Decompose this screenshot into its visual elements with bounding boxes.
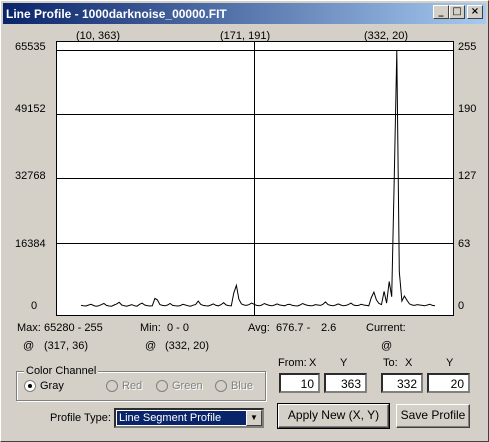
chevron-down-icon[interactable]: ▼: [246, 410, 262, 426]
min-label: Min:: [140, 322, 161, 334]
profile-plot[interactable]: [56, 41, 454, 316]
apply-new-button[interactable]: Apply New (X, Y): [277, 403, 390, 429]
max-label: Max:: [17, 322, 41, 334]
radio-green-label: Green: [172, 380, 203, 392]
radio-gray-dot: [24, 380, 36, 392]
y-left-tick-65535: 65535: [15, 41, 46, 53]
radio-blue-label: Blue: [231, 380, 254, 392]
min-coord: (332, 20): [165, 340, 210, 352]
radio-blue[interactable]: Blue: [215, 380, 253, 392]
max-at-symbol: @: [23, 340, 35, 352]
radio-green[interactable]: Green: [156, 380, 203, 392]
y-left-tick-49152: 49152: [15, 103, 46, 115]
profile-type-select[interactable]: Line Segment Profile ▼: [114, 408, 264, 428]
min-value: 0 - 0: [167, 322, 190, 334]
to-label: To:: [383, 357, 398, 369]
current-label: Current:: [366, 322, 406, 334]
minimize-button[interactable]: _: [433, 5, 449, 19]
maximize-button[interactable]: □: [449, 5, 465, 19]
y-left-tick-32768: 32768: [15, 170, 46, 182]
avg-label: Avg:: [248, 322, 270, 334]
to-x-input[interactable]: 332: [381, 373, 423, 393]
title-bar-buttons: _ □ ×: [433, 5, 483, 19]
avg-value-8bit: 2.6: [321, 322, 337, 334]
save-profile-button[interactable]: Save Profile: [396, 404, 470, 428]
close-button[interactable]: ×: [467, 5, 483, 19]
radio-red[interactable]: Red: [106, 380, 142, 392]
y-right-tick-190: 190: [458, 103, 477, 115]
y-right-tick-63: 63: [458, 238, 471, 250]
y-left-tick-16384: 16384: [15, 238, 46, 250]
radio-green-dot: [156, 380, 168, 392]
radio-gray[interactable]: Gray: [24, 380, 64, 392]
current-at-symbol: @: [381, 340, 393, 352]
from-x-label: X: [309, 357, 317, 369]
radio-gray-label: Gray: [40, 380, 64, 392]
radio-red-label: Red: [122, 380, 143, 392]
profile-plot-svg: [57, 42, 453, 315]
window-title: Line Profile - 1000darknoise_00000.FIT: [6, 6, 227, 21]
profile-type-label: Profile Type:: [50, 412, 111, 424]
to-x-label: X: [405, 357, 413, 369]
y-right-tick-0: 0: [458, 300, 465, 312]
from-y-label: Y: [340, 357, 348, 369]
y-left-tick-0: 0: [31, 300, 38, 312]
radio-blue-dot: [215, 380, 227, 392]
to-y-input[interactable]: 20: [427, 373, 470, 393]
max-value: 65280 - 255: [44, 322, 103, 334]
max-coord: (317, 36): [44, 340, 89, 352]
from-label: From:: [278, 357, 307, 369]
from-y-input[interactable]: 363: [324, 373, 367, 393]
min-at-symbol: @: [145, 340, 157, 352]
radio-red-dot: [106, 380, 118, 392]
color-channel-title: Color Channel: [24, 365, 99, 377]
profile-type-value: Line Segment Profile: [117, 411, 246, 425]
y-right-tick-127: 127: [458, 170, 477, 182]
to-y-label: Y: [446, 357, 454, 369]
title-bar[interactable]: Line Profile - 1000darknoise_00000.FIT _…: [3, 3, 486, 24]
avg-value: 676.7 -: [276, 322, 311, 334]
from-x-input[interactable]: 10: [279, 373, 320, 393]
y-right-tick-255: 255: [458, 41, 477, 53]
